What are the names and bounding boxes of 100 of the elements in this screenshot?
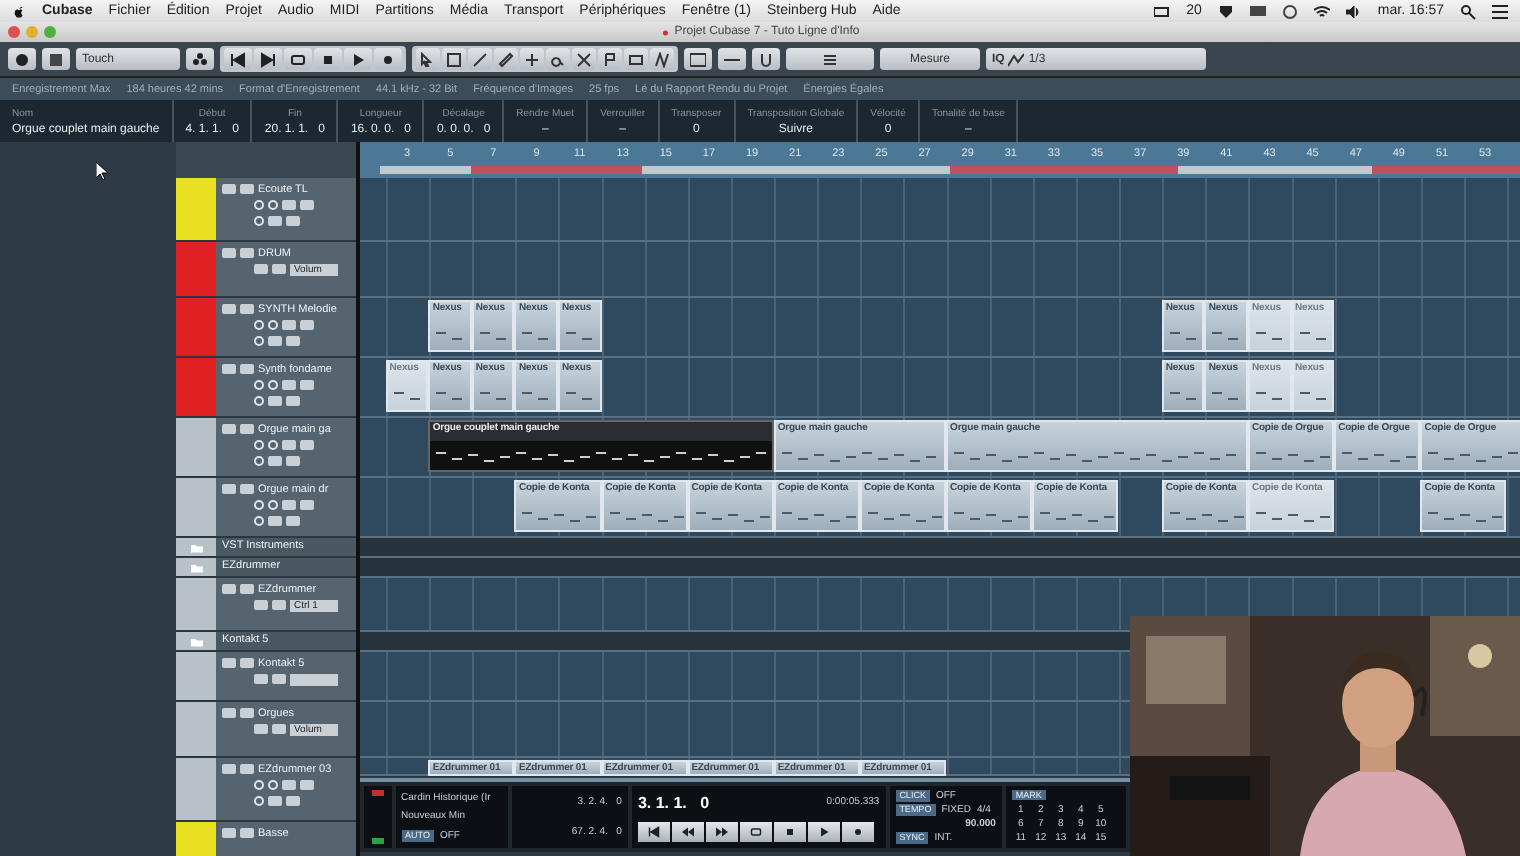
monitor-button[interactable] [268, 320, 278, 330]
magnet-icon[interactable] [758, 51, 774, 67]
snap-mode-dropdown[interactable] [786, 48, 874, 70]
midi-notes [1253, 332, 1286, 344]
parameter-field[interactable] [290, 673, 338, 685]
monitor-button[interactable] [268, 380, 278, 390]
close-button[interactable] [8, 26, 20, 38]
track-lane[interactable] [360, 702, 1130, 758]
midi-notes [520, 392, 553, 404]
midi-notes [1253, 512, 1333, 524]
fast-rewind-button[interactable] [671, 821, 704, 841]
speaker-icon[interactable] [14, 51, 30, 67]
play-button[interactable] [807, 821, 840, 841]
midi-notes [1297, 392, 1330, 404]
midi-notes [520, 332, 553, 344]
rewind-button[interactable] [637, 821, 670, 841]
midi-notes [477, 332, 510, 344]
modified-dot-icon[interactable] [660, 27, 671, 37]
window-layout-button[interactable] [684, 48, 712, 70]
cycle-strip[interactable] [380, 166, 1520, 174]
midi-notes [564, 332, 597, 344]
midi-notes [693, 512, 772, 524]
midi-notes [391, 392, 424, 404]
search-icon[interactable] [1460, 3, 1476, 19]
fast-forward-button[interactable] [705, 821, 738, 841]
constrain-button[interactable] [42, 48, 70, 70]
cycle-button[interactable] [284, 48, 312, 70]
midi-notes [1210, 392, 1243, 404]
midi-notes [1340, 452, 1419, 464]
cycle-button[interactable] [739, 821, 772, 841]
midi-notes [434, 332, 467, 344]
stop-button[interactable] [773, 821, 806, 841]
midi-notes [865, 512, 945, 524]
play-icon[interactable] [350, 51, 366, 67]
apple-icon[interactable] [12, 3, 26, 19]
skip-back-icon[interactable] [647, 825, 660, 837]
volume-icon[interactable] [1345, 3, 1362, 19]
monitor-button[interactable] [268, 500, 278, 510]
midi-notes [952, 512, 1031, 524]
level-meter-icon [371, 790, 384, 796]
display-icon[interactable] [1249, 3, 1266, 19]
midi-notes [607, 512, 686, 524]
rewind-button[interactable] [224, 48, 252, 70]
loop-icon[interactable] [290, 51, 306, 67]
stop-icon[interactable] [320, 51, 336, 67]
loop-icon[interactable] [749, 825, 762, 837]
grid-snap-icon[interactable] [822, 51, 838, 67]
play-icon[interactable] [817, 825, 830, 837]
monitor-button[interactable] [268, 200, 278, 210]
nodes-icon[interactable] [192, 51, 208, 67]
forward-button[interactable] [254, 48, 282, 70]
fast-forward-icon[interactable] [715, 825, 728, 837]
edit-button[interactable] [254, 216, 264, 226]
track-lane[interactable] [360, 178, 1520, 242]
track-lane[interactable] [360, 242, 1520, 298]
activate-button[interactable] [8, 48, 36, 70]
level-meter-icon [371, 838, 384, 844]
grid-icon[interactable] [48, 51, 64, 67]
stop-icon[interactable] [783, 825, 796, 837]
midi-notes [434, 392, 467, 404]
midi-notes [1253, 392, 1286, 404]
midi-notes [477, 392, 510, 404]
record-button[interactable] [374, 48, 402, 70]
midi-notes [1210, 332, 1243, 344]
quantize-icon[interactable] [1008, 51, 1025, 67]
edit-button[interactable] [254, 516, 264, 526]
auto-select-button[interactable] [186, 48, 214, 70]
midi-notes [564, 392, 597, 404]
edit-button[interactable] [254, 796, 264, 806]
position-display[interactable]: 3. 1. 1. 0 [637, 793, 710, 811]
record-icon[interactable] [380, 51, 396, 67]
midi-notes [779, 512, 858, 524]
rewind-icon[interactable] [681, 825, 694, 837]
monitor-button[interactable] [268, 440, 278, 450]
record-icon[interactable] [851, 825, 864, 837]
layout-icon[interactable] [690, 51, 706, 67]
midi-notes [1297, 332, 1330, 344]
track-lane[interactable] [360, 578, 1520, 632]
edit-button[interactable] [254, 336, 264, 346]
edit-button[interactable] [254, 456, 264, 466]
midi-notes [520, 512, 600, 524]
track-lane[interactable] [360, 558, 1520, 578]
skip-forward-icon[interactable] [260, 51, 276, 67]
stop-button[interactable] [314, 48, 342, 70]
monitor-button[interactable] [268, 780, 278, 790]
track-lane[interactable] [360, 538, 1520, 558]
record-button[interactable] [841, 821, 874, 841]
midi-notes [1167, 512, 1246, 524]
edit-button[interactable] [254, 396, 264, 406]
skip-back-icon[interactable] [230, 51, 246, 67]
snap-button[interactable] [752, 48, 780, 70]
midi-notes [1253, 452, 1333, 464]
nudge-button[interactable] [718, 48, 746, 70]
track-lane[interactable] [360, 632, 1130, 652]
wifi-icon[interactable] [1313, 3, 1330, 19]
menu-icon[interactable] [1492, 3, 1508, 19]
midi-notes [1167, 392, 1200, 404]
midi-notes [1167, 332, 1200, 344]
play-button[interactable] [344, 48, 372, 70]
track-lane[interactable] [360, 652, 1130, 702]
